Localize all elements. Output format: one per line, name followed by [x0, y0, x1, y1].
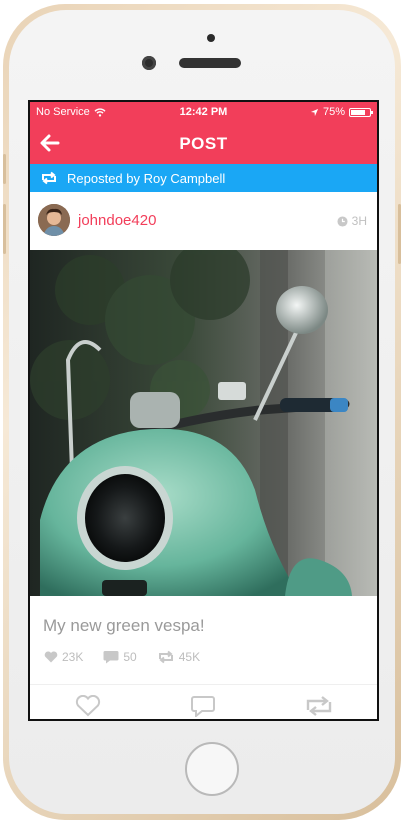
repost-icon[interactable]	[303, 695, 335, 717]
clock-icon	[337, 215, 348, 227]
navigation-bar: POST	[30, 122, 377, 164]
mute-switch	[3, 154, 6, 184]
post-time: 3H	[337, 214, 367, 228]
repost-icon	[158, 650, 173, 664]
app-screen: No Service 12:42 PM 75% POST Reposted by…	[28, 100, 379, 721]
post-username[interactable]: johndoe420	[78, 212, 156, 229]
comments-count: 50	[123, 650, 137, 664]
earpiece-speaker	[179, 58, 241, 68]
comments-stat[interactable]: 50	[103, 650, 137, 664]
reposts-count: 45K	[178, 650, 201, 664]
home-button[interactable]	[185, 742, 239, 796]
comment-icon	[103, 651, 119, 664]
action-bar	[30, 684, 377, 719]
camera-icon	[142, 56, 156, 70]
comment-icon[interactable]	[190, 695, 216, 717]
page-title: POST	[179, 134, 228, 153]
battery-fill	[351, 109, 365, 115]
status-right: 75%	[310, 106, 373, 118]
likes-count: 23K	[62, 650, 84, 664]
avatar[interactable]	[38, 204, 70, 236]
repost-text: Reposted by Roy Campbell	[67, 170, 226, 186]
status-bar: No Service 12:42 PM 75%	[30, 102, 377, 122]
repost-icon	[40, 171, 58, 185]
reposts-stat[interactable]: 45K	[157, 650, 200, 664]
heart-icon	[44, 651, 58, 663]
post-time-label: 3H	[351, 214, 367, 228]
volume-button	[3, 204, 6, 254]
post-header: johndoe420 3H	[30, 192, 377, 250]
battery-percent: 75%	[322, 106, 345, 118]
power-button	[398, 204, 401, 264]
front-camera-icon	[207, 34, 215, 42]
post-caption: My new green vespa!	[43, 616, 205, 635]
post-image[interactable]	[30, 250, 377, 596]
heart-icon[interactable]	[75, 695, 101, 717]
location-arrow-icon	[310, 108, 319, 116]
battery-icon	[349, 107, 373, 117]
repost-banner[interactable]: Reposted by Roy Campbell	[30, 164, 377, 192]
likes-stat[interactable]: 23K	[44, 650, 83, 664]
post-stats: 23K 50 45K	[44, 650, 220, 664]
